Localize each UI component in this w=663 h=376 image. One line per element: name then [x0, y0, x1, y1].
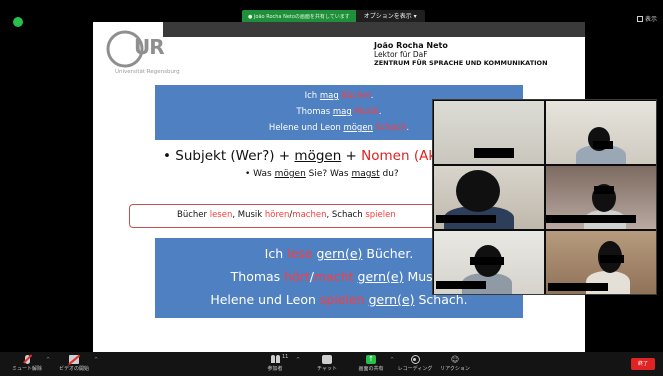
- participants-count: 11: [282, 354, 289, 360]
- meeting-toolbar: ミュート解除 ^ ビデオの開始 ^ 参加者 11 ^ チャット ↑ 画面の共有 …: [0, 352, 663, 376]
- name-censor-bar: [546, 215, 636, 223]
- video-options-caret-icon[interactable]: ^: [94, 357, 98, 363]
- question-line: • Was mögen Sie? Was magst du?: [245, 169, 399, 179]
- record-label: レコーディング: [397, 366, 433, 372]
- lecturer-role: Lektor für DaF: [374, 50, 428, 59]
- start-video-button[interactable]: ビデオの開始: [56, 355, 92, 372]
- record-button[interactable]: レコーディング: [396, 355, 434, 372]
- university-name: Universität Regensburg: [115, 69, 180, 75]
- start-video-label: ビデオの開始: [58, 366, 89, 372]
- name-censor-bar: [548, 283, 608, 291]
- participant-video-tile[interactable]: [434, 166, 544, 229]
- chat-icon: [322, 355, 332, 364]
- participant-video-tile[interactable]: [434, 231, 544, 294]
- participants-icon: [270, 355, 280, 364]
- view-button-label: 表示: [644, 16, 657, 23]
- face-censor-bar: [593, 141, 613, 149]
- grid-view-icon: [636, 15, 643, 22]
- share-options-caret-icon[interactable]: ^: [390, 357, 394, 363]
- reactions-label: リアクション: [440, 366, 470, 372]
- participant-video-tile[interactable]: [546, 166, 656, 229]
- video-gallery[interactable]: [432, 99, 657, 295]
- face-censor-bar: [600, 255, 624, 263]
- record-icon: [410, 355, 420, 364]
- participants-label: 参加者: [267, 366, 283, 372]
- participants-options-caret-icon[interactable]: ^: [296, 357, 300, 363]
- chat-label: チャット: [317, 366, 337, 372]
- lecturer-name: João Rocha Neto: [374, 41, 448, 50]
- unmute-label: ミュート解除: [11, 366, 42, 372]
- grammar-rule: • Subjekt (Wer?) + mögen + Nomen (Akk.): [163, 148, 454, 164]
- lecturer-info: João Rocha Neto Lektor für DaF ZENTRUM F…: [374, 41, 548, 68]
- participant-video-tile[interactable]: [546, 231, 656, 294]
- audio-options-caret-icon[interactable]: ^: [46, 357, 50, 363]
- chat-button[interactable]: チャット: [314, 355, 340, 372]
- share-screen-button[interactable]: ↑ 画面の共有: [354, 355, 388, 372]
- share-screen-icon: ↑: [366, 355, 376, 364]
- reactions-icon: ☺: [450, 355, 460, 364]
- share-screen-label: 画面の共有: [358, 366, 384, 372]
- view-button[interactable]: 表示: [636, 14, 657, 23]
- face-censor-bar: [470, 257, 504, 265]
- logo-text: UR: [134, 35, 165, 59]
- microphone-muted-icon: [24, 355, 30, 364]
- name-censor-bar: [436, 215, 496, 223]
- activities-text: Bücher lesen, Musik hören/machen, Schach…: [177, 210, 396, 220]
- reactions-button[interactable]: ☺ リアクション: [438, 355, 472, 372]
- camera-off-icon: [69, 355, 79, 364]
- end-meeting-button[interactable]: 終了: [631, 358, 655, 370]
- unmute-button[interactable]: ミュート解除: [10, 355, 44, 372]
- face-censor-bar: [594, 186, 614, 194]
- slide-top-bar: [163, 22, 585, 37]
- name-censor-bar: [436, 281, 486, 289]
- department-name: ZENTRUM FÜR SPRACHE UND KOMMUNIKATION: [374, 59, 548, 67]
- security-shield-icon[interactable]: [13, 17, 23, 27]
- participant-video-tile[interactable]: [434, 101, 544, 164]
- participant-head: [456, 170, 500, 212]
- name-censor-bar: [474, 148, 514, 158]
- participant-video-tile[interactable]: [546, 101, 656, 164]
